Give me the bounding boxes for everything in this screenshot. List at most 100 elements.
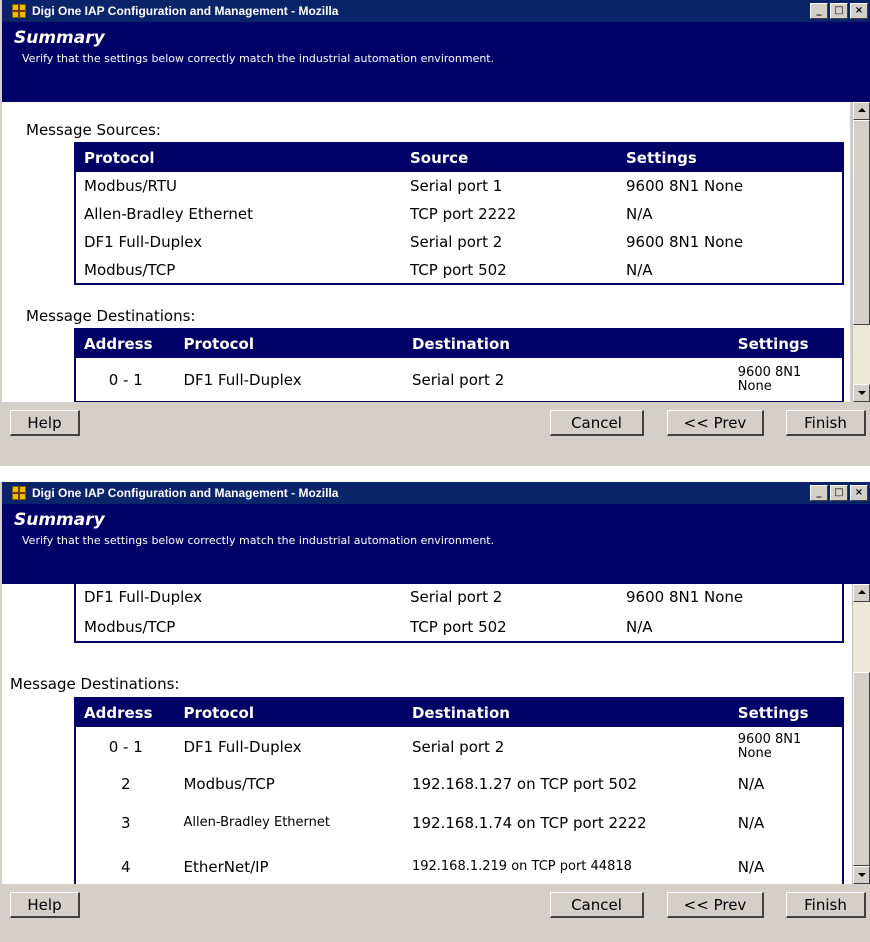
content-area: DF1 Full-Duplex Serial port 2 9600 8N1 N… bbox=[2, 584, 850, 884]
vertical-scrollbar[interactable] bbox=[852, 102, 870, 402]
table-row: Modbus/TCP TCP port 502 N/A bbox=[75, 256, 843, 284]
help-button[interactable]: Help bbox=[10, 410, 80, 436]
table-row: 2 Modbus/TCP 192.168.1.27 on TCP port 50… bbox=[75, 767, 843, 801]
table-header-row: Address Protocol Destination Settings bbox=[75, 698, 843, 727]
cell-settings: N/A bbox=[626, 617, 653, 636]
cell-protocol: Allen-Bradley Ethernet bbox=[183, 815, 330, 830]
arrow-down-icon bbox=[858, 873, 866, 877]
cell-settings: 9600 8N1 None bbox=[626, 233, 744, 251]
message-sources-table: Protocol Source Settings Modbus/RTU Seri… bbox=[74, 142, 844, 285]
scroll-up-button[interactable] bbox=[853, 102, 870, 120]
arrow-up-icon bbox=[858, 108, 866, 112]
cell-protocol: DF1 Full-Duplex bbox=[183, 738, 302, 756]
col-settings: Settings bbox=[729, 698, 843, 727]
minimize-icon[interactable]: _ bbox=[810, 3, 828, 19]
message-destinations-label: Message Destinations: bbox=[10, 675, 180, 693]
prev-button[interactable]: << Prev bbox=[667, 410, 764, 436]
summary-header: Summary Verify that the settings below c… bbox=[2, 504, 870, 584]
title-bar[interactable]: Digi One IAP Configuration and Managemen… bbox=[2, 0, 870, 22]
app-icon bbox=[12, 4, 26, 18]
finish-button[interactable]: Finish bbox=[786, 410, 866, 436]
cell-source: TCP port 502 bbox=[410, 260, 507, 279]
maximize-icon[interactable]: □ bbox=[830, 485, 848, 501]
cell-protocol: Allen-Bradley Ethernet bbox=[84, 205, 254, 223]
cell-settings: N/A bbox=[626, 260, 653, 279]
prev-button[interactable]: << Prev bbox=[667, 892, 764, 918]
col-address: Address bbox=[75, 329, 176, 358]
minimize-icon[interactable]: _ bbox=[810, 485, 828, 501]
content-area: Message Sources: Protocol Source Setting… bbox=[2, 102, 850, 402]
page-subtitle: Verify that the settings below correctly… bbox=[22, 52, 495, 65]
cell-protocol: Modbus/TCP bbox=[183, 775, 275, 793]
arrow-down-icon bbox=[858, 391, 866, 395]
scroll-thumb[interactable] bbox=[853, 120, 870, 325]
cell-destination: 192.168.1.27 on TCP port 502 bbox=[411, 775, 638, 793]
table-row: 3 Allen-Bradley Ethernet 192.168.1.74 on… bbox=[75, 801, 843, 845]
cell-source: TCP port 502 bbox=[410, 617, 507, 636]
cell-settings: 9600 8N1 None bbox=[626, 588, 744, 606]
cell-settings: N/A bbox=[737, 857, 765, 876]
table-header-row: Protocol Source Settings bbox=[75, 143, 843, 172]
message-sources-label: Message Sources: bbox=[26, 121, 161, 139]
cell-source: TCP port 2222 bbox=[410, 205, 517, 223]
top-window: Digi One IAP Configuration and Managemen… bbox=[0, 0, 870, 466]
title-bar[interactable]: Digi One IAP Configuration and Managemen… bbox=[2, 482, 870, 504]
scroll-up-button[interactable] bbox=[853, 584, 870, 602]
cell-destination: 192.168.1.74 on TCP port 2222 bbox=[411, 814, 647, 832]
col-settings: Settings bbox=[618, 143, 843, 172]
cell-protocol: Modbus/RTU bbox=[84, 177, 178, 195]
table-row: Allen-Bradley Ethernet TCP port 2222 N/A bbox=[75, 200, 843, 228]
cell-address: 0 - 1 bbox=[108, 738, 143, 756]
cell-source: Serial port 2 bbox=[410, 233, 503, 251]
maximize-icon[interactable]: □ bbox=[830, 3, 848, 19]
table-row: 0 - 1 DF1 Full-Duplex Serial port 2 9600… bbox=[75, 727, 843, 767]
cell-settings: N/A bbox=[737, 814, 765, 832]
table-header-row: Address Protocol Destination Settings bbox=[75, 329, 843, 358]
close-icon[interactable]: × bbox=[850, 485, 868, 501]
window-title: Digi One IAP Configuration and Managemen… bbox=[32, 4, 339, 18]
table-row: 0 - 1 DF1 Full-Duplex Serial port 2 9600… bbox=[75, 358, 843, 402]
vertical-scrollbar[interactable] bbox=[852, 584, 870, 884]
page-title: Summary bbox=[14, 510, 105, 530]
cell-source: Serial port 1 bbox=[410, 177, 503, 195]
cell-destination: Serial port 2 bbox=[411, 370, 505, 389]
arrow-up-icon bbox=[858, 590, 866, 594]
cell-settings: 9600 8N1 None bbox=[737, 732, 802, 761]
col-settings: Settings bbox=[729, 329, 843, 358]
close-icon[interactable]: × bbox=[850, 3, 868, 19]
button-bar: Help Cancel << Prev Finish bbox=[2, 884, 870, 942]
cell-address: 2 bbox=[120, 775, 131, 793]
cell-destination: Serial port 2 bbox=[411, 738, 505, 756]
cell-address: 4 bbox=[120, 857, 131, 876]
message-destinations-table: Address Protocol Destination Settings 0 … bbox=[74, 697, 844, 884]
table-row: 4 EtherNet/IP 192.168.1.219 on TCP port … bbox=[75, 845, 843, 884]
cell-protocol: Modbus/TCP bbox=[84, 617, 176, 636]
cancel-button[interactable]: Cancel bbox=[550, 410, 644, 436]
col-source: Source bbox=[402, 143, 618, 172]
cell-source: Serial port 2 bbox=[410, 588, 503, 606]
summary-header: Summary Verify that the settings below c… bbox=[2, 22, 870, 102]
cancel-button[interactable]: Cancel bbox=[550, 892, 644, 918]
cell-protocol: DF1 Full-Duplex bbox=[84, 588, 203, 606]
cell-address: 3 bbox=[120, 814, 131, 832]
cell-protocol: DF1 Full-Duplex bbox=[183, 370, 302, 389]
app-icon bbox=[12, 486, 26, 500]
window-controls: _ □ × bbox=[808, 485, 868, 501]
scroll-down-button[interactable] bbox=[853, 384, 870, 402]
cell-settings: 9600 8N1 None bbox=[626, 177, 744, 195]
cell-protocol: EtherNet/IP bbox=[183, 857, 269, 876]
window-title: Digi One IAP Configuration and Managemen… bbox=[32, 486, 339, 500]
page-title: Summary bbox=[14, 28, 105, 48]
button-bar: Help Cancel << Prev Finish bbox=[2, 402, 870, 466]
cell-settings: 9600 8N1 None bbox=[737, 364, 802, 394]
help-button[interactable]: Help bbox=[10, 892, 80, 918]
table-row: Modbus/RTU Serial port 1 9600 8N1 None bbox=[75, 172, 843, 200]
message-destinations-table: Address Protocol Destination Settings 0 … bbox=[74, 328, 844, 402]
col-protocol: Protocol bbox=[75, 143, 402, 172]
table-row: DF1 Full-Duplex Serial port 2 9600 8N1 N… bbox=[75, 584, 843, 612]
scroll-down-button[interactable] bbox=[853, 866, 870, 884]
finish-button[interactable]: Finish bbox=[786, 892, 866, 918]
scroll-thumb[interactable] bbox=[853, 672, 870, 866]
cell-protocol: DF1 Full-Duplex bbox=[84, 233, 203, 251]
cell-settings: N/A bbox=[626, 205, 653, 223]
